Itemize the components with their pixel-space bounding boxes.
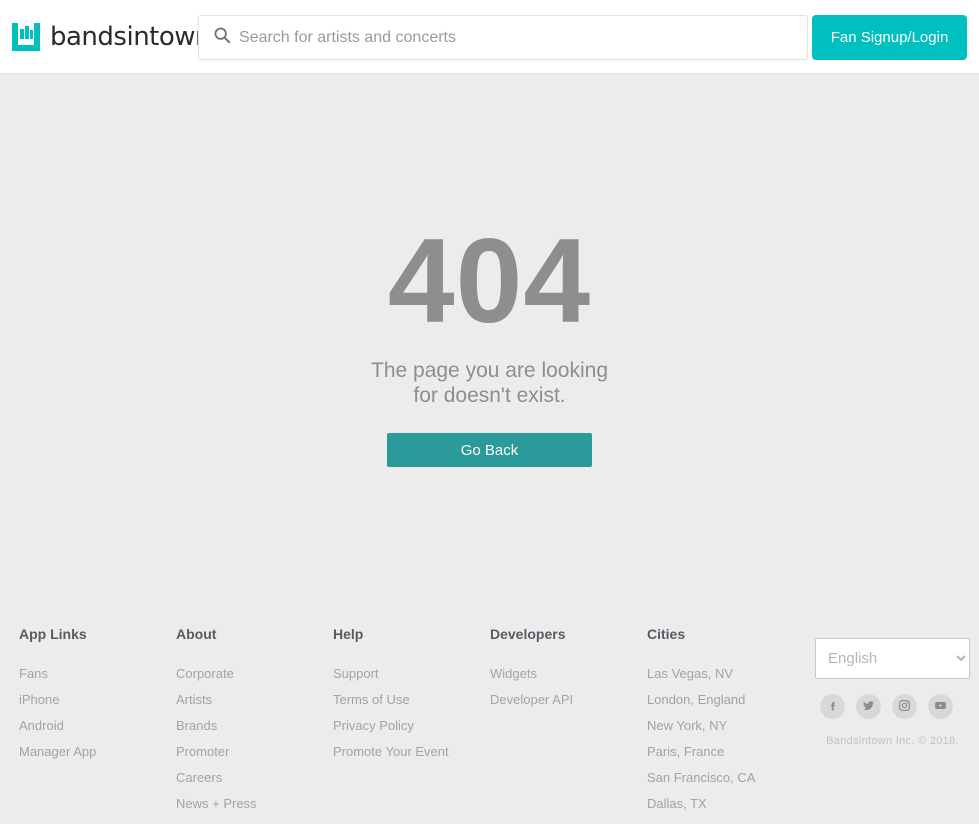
site-header: bandsintown Fan Signup/Login [0,0,979,74]
copyright-text: Bandsintown Inc. © 2018. [826,735,959,747]
footer-heading: App Links [19,626,87,642]
language-select[interactable]: English [815,638,970,679]
footer-city-link[interactable]: New York, NY [647,718,807,733]
footer-link[interactable]: Android [19,718,176,733]
site-footer: App Links Fans iPhone Android Manager Ap… [0,619,979,824]
footer-city-link[interactable]: Dallas, TX [647,796,807,811]
footer-column-cities: Cities Las Vegas, NV London, England New… [647,626,807,822]
instagram-link[interactable] [892,694,917,719]
footer-heading: Cities [647,626,686,642]
footer-heading: About [176,626,217,642]
go-back-button[interactable]: Go Back [387,433,592,467]
footer-column-help: Help Support Terms of Use Privacy Policy… [333,626,490,822]
footer-link[interactable]: Manager App [19,744,176,759]
logo-wordmark: bandsintown [50,21,212,52]
footer-link[interactable]: Artists [176,692,333,707]
footer-city-link[interactable]: Paris, France [647,744,807,759]
footer-column-app-links: App Links Fans iPhone Android Manager Ap… [19,626,176,822]
footer-link[interactable]: iPhone [19,692,176,707]
footer-heading: Developers [490,626,566,642]
twitter-link[interactable] [856,694,881,719]
footer-link[interactable]: Promoter [176,744,333,759]
footer-columns: App Links Fans iPhone Android Manager Ap… [19,626,807,822]
footer-link[interactable]: Promote Your Event [333,744,490,759]
youtube-link[interactable] [928,694,953,719]
footer-link[interactable]: Brands [176,718,333,733]
footer-link[interactable]: Support [333,666,490,681]
footer-utility-area: English Bandsintown Inc. © 2018. [815,638,970,747]
footer-city-link[interactable]: San Francisco, CA [647,770,807,785]
error-page-content: 404 The page you are looking for doesn't… [0,74,979,619]
error-message: The page you are looking for doesn't exi… [371,359,608,407]
footer-link[interactable]: News + Press [176,796,333,811]
footer-link[interactable]: Terms of Use [333,692,490,707]
instagram-icon [898,699,911,715]
footer-column-about: About Corporate Artists Brands Promoter … [176,626,333,822]
bandsintown-logo-icon [12,22,40,51]
footer-column-developers: Developers Widgets Developer API [490,626,647,822]
search-icon [209,26,239,49]
search-bar[interactable] [198,15,808,60]
youtube-icon [934,699,947,715]
facebook-link[interactable] [820,694,845,719]
twitter-icon [862,699,875,715]
footer-link[interactable]: Developer API [490,692,647,707]
footer-link[interactable]: Fans [19,666,176,681]
footer-link[interactable]: Widgets [490,666,647,681]
search-input[interactable] [239,28,797,47]
footer-link[interactable]: Privacy Policy [333,718,490,733]
fan-signup-login-button[interactable]: Fan Signup/Login [812,15,967,60]
facebook-icon [826,699,839,715]
error-code: 404 [387,214,592,348]
social-links [820,694,970,719]
footer-link[interactable]: Careers [176,770,333,785]
footer-heading: Help [333,626,364,642]
footer-city-link[interactable]: London, England [647,692,807,707]
footer-link[interactable]: Corporate [176,666,333,681]
footer-city-link[interactable]: Las Vegas, NV [647,666,807,681]
site-logo[interactable]: bandsintown [12,21,212,52]
